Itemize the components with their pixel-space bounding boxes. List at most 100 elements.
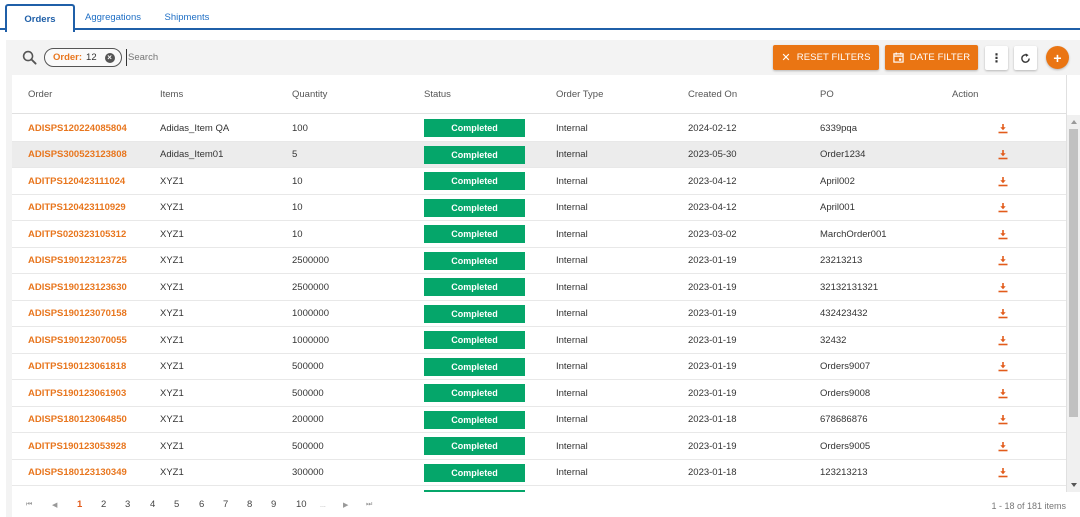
first-page-icon[interactable]: ⏮: [26, 501, 32, 509]
download-button[interactable]: [998, 301, 1008, 327]
download-button[interactable]: [998, 274, 1008, 300]
download-button[interactable]: [998, 248, 1008, 274]
items-cell: Adidas_Item QA: [160, 122, 230, 134]
scrollbar-thumb[interactable]: [1069, 129, 1078, 417]
order-type-cell: Internal: [556, 361, 588, 372]
quantity-cell: 500000: [292, 387, 324, 399]
download-button[interactable]: [998, 115, 1008, 141]
status-badge: Completed: [424, 198, 525, 217]
download-button[interactable]: [998, 380, 1008, 406]
refresh-button[interactable]: [1014, 46, 1037, 70]
download-button[interactable]: [998, 195, 1008, 221]
po-cell: 32132131321: [820, 281, 879, 293]
status-cell: Completed: [424, 248, 525, 274]
prev-page-icon[interactable]: ◀: [52, 501, 57, 509]
search-icon[interactable]: [22, 50, 37, 65]
download-button[interactable]: [998, 354, 1008, 380]
order-link[interactable]: ADITPS020323105312: [28, 221, 126, 247]
page-3[interactable]: 3: [125, 499, 130, 510]
download-button[interactable]: [998, 168, 1008, 194]
more-vertical-icon: ⋮: [990, 51, 1003, 65]
scroll-down-icon[interactable]: [1071, 483, 1077, 487]
order-link[interactable]: ADISPS190123070055: [28, 327, 127, 353]
status-cell: Completed: [424, 115, 525, 141]
tab-aggregations[interactable]: Aggregations: [82, 4, 144, 30]
column-header-created-on[interactable]: Created On: [688, 75, 737, 114]
page-1[interactable]: 1: [77, 499, 82, 510]
order-type-cell: Internal: [556, 467, 588, 478]
download-button[interactable]: [998, 142, 1008, 168]
reset-filters-button[interactable]: ✕ RESET FILTERS: [773, 45, 879, 70]
order-link[interactable]: ADISPS190123123725: [28, 248, 127, 274]
page-ellipsis[interactable]: ...: [320, 502, 326, 509]
column-header-order[interactable]: Order: [28, 75, 52, 114]
download-button[interactable]: [998, 433, 1008, 459]
order-type-cell: Internal: [556, 149, 588, 160]
order-link[interactable]: ADISPS180123130349: [28, 460, 127, 486]
table-row[interactable]: ADISPS190123123725 XYZ1 2500000 Completed In…: [12, 248, 1066, 274]
page-10[interactable]: 10: [296, 499, 307, 510]
table-row[interactable]: ADITPS120423111024 XYZ1 10 Completed Interna…: [12, 168, 1066, 195]
table-row[interactable]: ADITPS190123061818 XYZ1 500000 Completed Int…: [12, 354, 1066, 380]
order-link[interactable]: ADISPS300523123808: [28, 142, 127, 168]
tab-shipments[interactable]: Shipments: [160, 4, 214, 30]
created-on-cell: 2023-01-18: [688, 467, 737, 478]
page-2[interactable]: 2: [101, 499, 106, 510]
download-icon: [998, 176, 1008, 186]
created-on-cell: 2023-04-12: [688, 202, 737, 213]
page-4[interactable]: 4: [150, 499, 155, 510]
next-page-icon[interactable]: ▶: [343, 501, 348, 509]
column-header-quantity[interactable]: Quantity: [292, 75, 327, 114]
page-5[interactable]: 5: [174, 499, 179, 510]
download-button[interactable]: [998, 327, 1008, 353]
search-input[interactable]: [126, 49, 426, 66]
column-header-status[interactable]: Status: [424, 75, 451, 114]
page-8[interactable]: 8: [247, 499, 252, 510]
created-on-cell: 2024-02-12: [688, 122, 737, 134]
order-link[interactable]: ADITPS190123061903: [28, 380, 126, 406]
table-row[interactable]: ADISPS190123070055 XYZ1 1000000 Completed In…: [12, 327, 1066, 354]
table-row[interactable]: ADITPS120423110929 XYZ1 10 Completed Interna…: [12, 195, 1066, 221]
tab-orders[interactable]: Orders: [5, 4, 75, 32]
status-cell: Completed: [424, 407, 525, 433]
download-button[interactable]: [998, 460, 1008, 486]
items-cell: XYZ1: [160, 308, 184, 319]
table-row[interactable]: ADITPS190123061903 XYZ1 500000 Completed Int…: [12, 380, 1066, 407]
scroll-up-icon[interactable]: [1071, 120, 1077, 124]
table-row[interactable]: ADISPS300523123808 Adidas_Item01 5 Complete…: [12, 141, 1066, 168]
order-link[interactable]: ADISPS180123064850: [28, 407, 127, 433]
download-button[interactable]: [998, 221, 1008, 247]
more-options-button[interactable]: ⋮: [985, 46, 1008, 70]
order-link[interactable]: ADISPS190123070158: [28, 301, 127, 327]
order-link[interactable]: ADISPS120224085804: [28, 115, 127, 141]
date-filter-label: DATE FILTER: [909, 52, 971, 63]
table-row[interactable]: ADISPS180123064850 XYZ1 200000 Completed Int…: [12, 407, 1066, 433]
download-icon: [998, 388, 1008, 398]
remove-filter-icon[interactable]: ×: [104, 52, 115, 63]
column-header-items[interactable]: Items: [160, 75, 183, 114]
last-page-icon[interactable]: ⏭: [366, 501, 372, 509]
column-header-order-type[interactable]: Order Type: [556, 75, 603, 114]
order-link[interactable]: ADITPS190123061818: [28, 354, 126, 380]
table-row[interactable]: ADISPS190123070158 XYZ1 1000000 Completed In…: [12, 301, 1066, 327]
vertical-scrollbar[interactable]: [1066, 115, 1080, 492]
date-filter-button[interactable]: DATE FILTER: [885, 45, 978, 70]
page-9[interactable]: 9: [271, 499, 276, 510]
order-link[interactable]: ADITPS120423110929: [28, 195, 126, 221]
add-order-button[interactable]: +: [1046, 46, 1069, 69]
download-button[interactable]: [998, 407, 1008, 433]
page-7[interactable]: 7: [223, 499, 228, 510]
table-row[interactable]: ADISPS190123123630 XYZ1 2500000 Completed In…: [12, 274, 1066, 301]
table-row[interactable]: ADITPS190123053928 XYZ1 500000 Completed Int…: [12, 433, 1066, 460]
order-link[interactable]: ADITPS190123053928: [28, 433, 126, 459]
page-6[interactable]: 6: [199, 499, 204, 510]
order-link[interactable]: ADITPS120423111024: [28, 168, 125, 194]
table-row[interactable]: ADITPS020323105312 XYZ1 10 Completed Interna…: [12, 221, 1066, 248]
quantity-cell: 300000: [292, 467, 324, 478]
table-row[interactable]: ADISPS180123130349 XYZ1 300000 Completed Int…: [12, 460, 1066, 486]
table-row[interactable]: ADISPS120224085804 Adidas_Item QA 100 Compl…: [12, 115, 1066, 142]
column-header-po[interactable]: PO: [820, 75, 834, 114]
download-icon: [998, 229, 1008, 239]
order-link[interactable]: ADISPS190123123630: [28, 274, 127, 300]
download-icon: [998, 468, 1008, 478]
